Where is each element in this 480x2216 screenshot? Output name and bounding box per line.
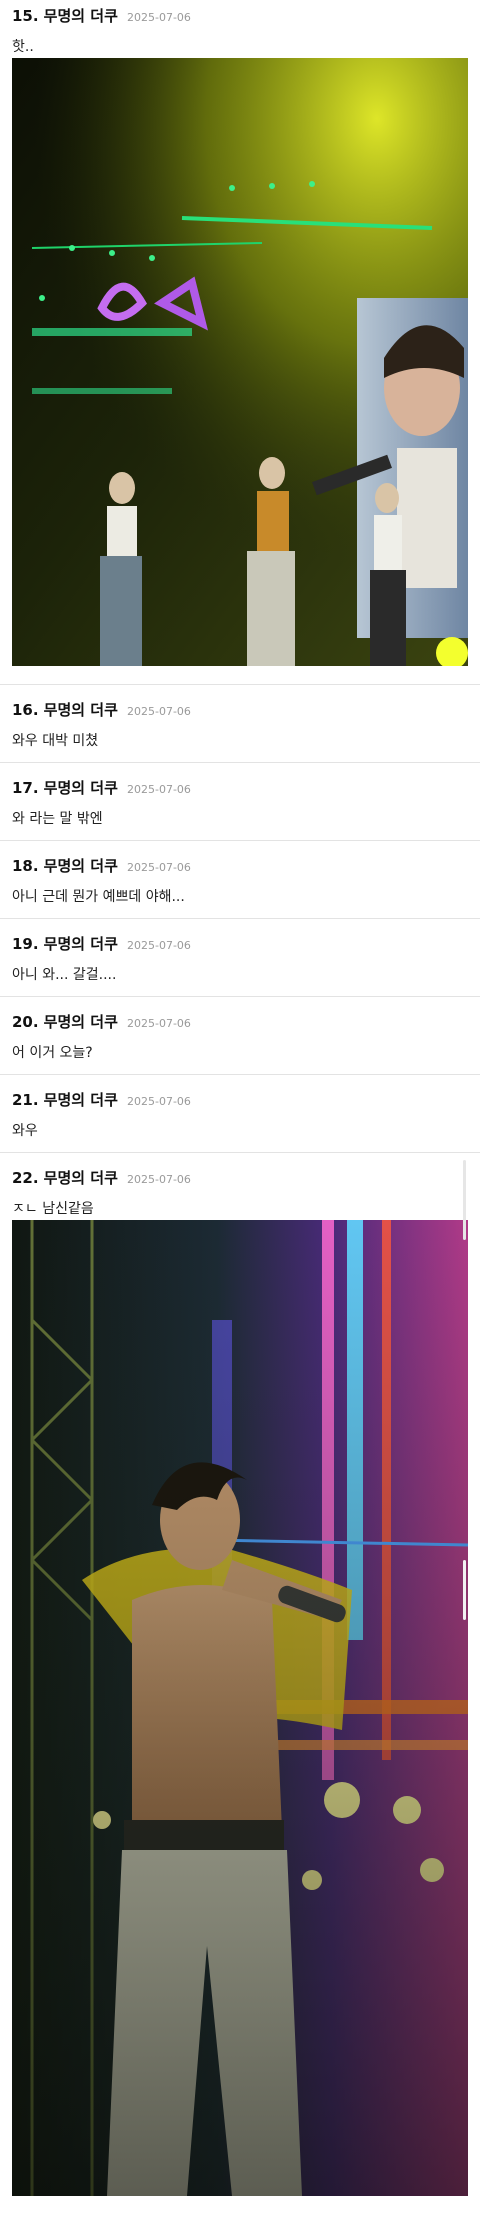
divider bbox=[0, 996, 480, 997]
comment-author[interactable]: 무명의 더쿠 bbox=[44, 935, 118, 953]
comment-date: 2025-07-06 bbox=[127, 861, 191, 874]
comment-number: 18. bbox=[12, 857, 39, 875]
comment-author[interactable]: 무명의 더쿠 bbox=[44, 1169, 118, 1187]
divider bbox=[0, 840, 480, 841]
comment-date: 2025-07-06 bbox=[127, 783, 191, 796]
comment-16: 16. 무명의 더쿠 2025-07-06 와우 대박 미쳤 bbox=[0, 700, 480, 750]
comment-number: 15. bbox=[12, 7, 39, 25]
comment-date: 2025-07-06 bbox=[127, 11, 191, 24]
comment-author[interactable]: 무명의 더쿠 bbox=[44, 779, 118, 797]
comment-number: 22. bbox=[12, 1169, 39, 1187]
divider bbox=[0, 918, 480, 919]
divider bbox=[0, 762, 480, 763]
comment-text: ㅈㄴ 남신같음 bbox=[12, 1201, 94, 1217]
comment-text: 와우 bbox=[12, 1123, 38, 1139]
concert-photo-solo-performer[interactable] bbox=[12, 1220, 468, 2196]
comment-18: 18. 무명의 더쿠 2025-07-06 아니 근데 뭔가 예쁘데 야해... bbox=[0, 856, 480, 906]
comment-number: 20. bbox=[12, 1013, 39, 1031]
comment-text: 와우 대박 미쳤 bbox=[12, 733, 99, 749]
comment-author[interactable]: 무명의 더쿠 bbox=[44, 857, 118, 875]
comment-date: 2025-07-06 bbox=[127, 1017, 191, 1030]
comment-17: 17. 무명의 더쿠 2025-07-06 와 라는 말 밖엔 bbox=[0, 778, 480, 828]
comment-date: 2025-07-06 bbox=[127, 1173, 191, 1186]
comment-author[interactable]: 무명의 더쿠 bbox=[44, 1091, 118, 1109]
divider bbox=[0, 684, 480, 685]
concert-photo-group-stage[interactable] bbox=[12, 58, 468, 666]
scrollbar[interactable] bbox=[463, 1160, 466, 1240]
comment-date: 2025-07-06 bbox=[127, 705, 191, 718]
comment-number: 19. bbox=[12, 935, 39, 953]
concert-photo-solo-performer-image bbox=[12, 1220, 468, 2196]
comment-20: 20. 무명의 더쿠 2025-07-06 어 이거 오늘? bbox=[0, 1012, 480, 1062]
comment-number: 16. bbox=[12, 701, 39, 719]
comment-15: 15. 무명의 더쿠 2025-07-06 핫.. bbox=[0, 6, 480, 56]
comment-text: 핫.. bbox=[12, 39, 34, 55]
comment-date: 2025-07-06 bbox=[127, 939, 191, 952]
concert-photo-group-stage-image bbox=[12, 58, 468, 666]
comment-text: 와 라는 말 밖엔 bbox=[12, 811, 103, 827]
comment-19: 19. 무명의 더쿠 2025-07-06 아니 와... 갈걸.... bbox=[0, 934, 480, 984]
comment-author[interactable]: 무명의 더쿠 bbox=[44, 1013, 118, 1031]
comment-21: 21. 무명의 더쿠 2025-07-06 와우 bbox=[0, 1090, 480, 1140]
scrollbar-thumb[interactable] bbox=[463, 1560, 466, 1620]
comment-text: 어 이거 오늘? bbox=[12, 1045, 93, 1061]
divider bbox=[0, 1152, 480, 1153]
divider bbox=[0, 1074, 480, 1075]
comment-22: 22. 무명의 더쿠 2025-07-06 ㅈㄴ 남신같음 bbox=[0, 1168, 480, 1218]
comment-number: 21. bbox=[12, 1091, 39, 1109]
comment-date: 2025-07-06 bbox=[127, 1095, 191, 1108]
comment-author[interactable]: 무명의 더쿠 bbox=[44, 7, 118, 25]
comment-text: 아니 근데 뭔가 예쁘데 야해... bbox=[12, 889, 185, 905]
comment-text: 아니 와... 갈걸.... bbox=[12, 967, 117, 983]
comment-number: 17. bbox=[12, 779, 39, 797]
comment-author[interactable]: 무명의 더쿠 bbox=[44, 701, 118, 719]
